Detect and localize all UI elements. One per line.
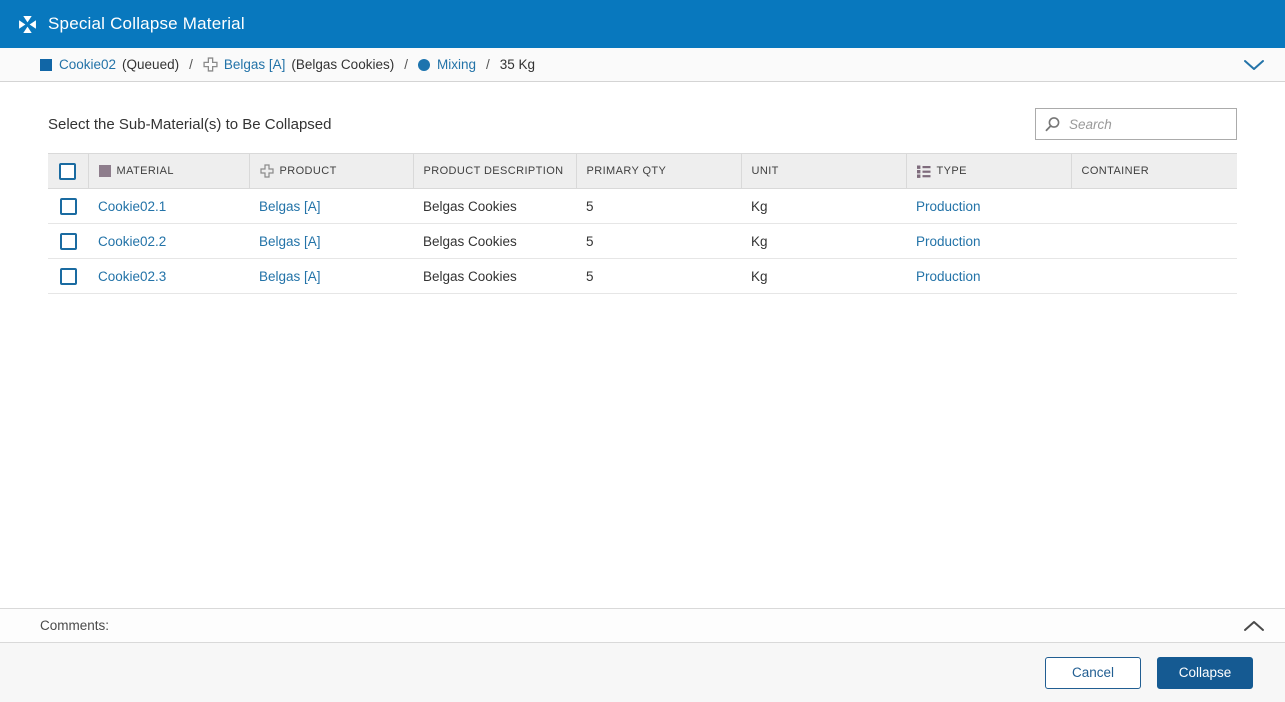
step-circle-icon bbox=[417, 58, 430, 71]
breadcrumb-material-link[interactable]: Cookie02 bbox=[59, 57, 116, 72]
breadcrumb-item-step: Mixing bbox=[417, 57, 476, 72]
breadcrumb-separator: / bbox=[485, 57, 490, 72]
search-icon bbox=[1044, 116, 1061, 133]
primary-qty-cell: 5 bbox=[576, 258, 741, 294]
cancel-button[interactable]: Cancel bbox=[1045, 656, 1141, 689]
comments-label: Comments: bbox=[40, 618, 110, 633]
breadcrumb-separator: / bbox=[189, 57, 193, 72]
product-description-cell: Belgas Cookies bbox=[413, 188, 576, 224]
unit-cell: Kg bbox=[741, 258, 906, 294]
primary-qty-cell: 5 bbox=[576, 223, 741, 259]
search-box bbox=[1035, 108, 1237, 140]
product-icon bbox=[259, 164, 274, 178]
collapse-button[interactable]: Collapse bbox=[1157, 656, 1253, 689]
product-description-cell: Belgas Cookies bbox=[413, 223, 576, 259]
type-link[interactable]: Production bbox=[916, 234, 981, 249]
primary-qty-cell: 5 bbox=[576, 188, 741, 224]
column-header-unit: UNIT bbox=[741, 153, 907, 189]
section-heading: Select the Sub-Material(s) to Be Collaps… bbox=[48, 115, 332, 133]
column-header-container: CONTAINER bbox=[1071, 153, 1237, 189]
material-link[interactable]: Cookie02.2 bbox=[98, 234, 166, 249]
breadcrumb-item-product: Belgas [A] (Belgas Cookies) bbox=[203, 57, 394, 72]
table-row: Cookie02.2 Belgas [A] Belgas Cookies 5 K… bbox=[48, 223, 1237, 259]
breadcrumb-material-status: (Queued) bbox=[122, 57, 180, 72]
material-square-icon bbox=[98, 165, 111, 177]
material-link[interactable]: Cookie02.3 bbox=[98, 269, 166, 284]
unit-cell: Kg bbox=[741, 188, 906, 224]
container-cell bbox=[1071, 223, 1237, 259]
container-cell bbox=[1071, 258, 1237, 294]
main-content: Select the Sub-Material(s) to Be Collaps… bbox=[0, 82, 1285, 608]
list-icon bbox=[916, 165, 931, 178]
row-checkbox[interactable] bbox=[59, 232, 77, 250]
search-input[interactable] bbox=[1069, 116, 1228, 132]
title-bar: Special Collapse Material bbox=[0, 0, 1285, 48]
collapse-material-icon bbox=[18, 15, 37, 34]
select-all-checkbox[interactable] bbox=[59, 162, 77, 180]
column-header-product-description: PRODUCT DESCRIPTION bbox=[413, 153, 577, 189]
breadcrumb: Cookie02 (Queued) / Belgas [A] (Belgas C… bbox=[0, 48, 1285, 82]
product-icon bbox=[203, 57, 218, 72]
breadcrumb-separator: / bbox=[404, 57, 408, 72]
column-header-material: MATERIAL bbox=[88, 153, 250, 189]
type-link[interactable]: Production bbox=[916, 269, 981, 284]
column-header-primary-qty: PRIMARY QTY bbox=[576, 153, 742, 189]
material-square-icon bbox=[40, 58, 52, 71]
breadcrumb-product-link[interactable]: Belgas [A] bbox=[224, 57, 286, 72]
breadcrumb-step-link[interactable]: Mixing bbox=[437, 57, 476, 72]
table-row: Cookie02.1 Belgas [A] Belgas Cookies 5 K… bbox=[48, 188, 1237, 224]
table-row: Cookie02.3 Belgas [A] Belgas Cookies 5 K… bbox=[48, 258, 1237, 294]
sub-materials-table: MATERIAL PRODUCT PRODUCT DESCRIPTION PRI… bbox=[48, 153, 1237, 294]
row-checkbox[interactable] bbox=[59, 267, 77, 285]
product-link[interactable]: Belgas [A] bbox=[259, 234, 321, 249]
chevron-down-icon[interactable] bbox=[1239, 55, 1269, 75]
column-header-product: PRODUCT bbox=[249, 153, 414, 189]
product-link[interactable]: Belgas [A] bbox=[259, 269, 321, 284]
container-cell bbox=[1071, 188, 1237, 224]
footer-action-bar: Cancel Collapse bbox=[0, 643, 1285, 702]
type-link[interactable]: Production bbox=[916, 199, 981, 214]
page-title: Special Collapse Material bbox=[48, 14, 245, 33]
unit-cell: Kg bbox=[741, 223, 906, 259]
breadcrumb-item-material: Cookie02 (Queued) bbox=[40, 57, 179, 72]
table-header-row: MATERIAL PRODUCT PRODUCT DESCRIPTION PRI… bbox=[48, 153, 1237, 189]
product-description-cell: Belgas Cookies bbox=[413, 258, 576, 294]
column-header-type: TYPE bbox=[906, 153, 1072, 189]
comments-bar: Comments: bbox=[0, 608, 1285, 643]
breadcrumb-product-description: (Belgas Cookies) bbox=[291, 57, 395, 72]
breadcrumb-quantity: 35 Kg bbox=[499, 57, 536, 72]
row-checkbox[interactable] bbox=[59, 197, 77, 215]
product-link[interactable]: Belgas [A] bbox=[259, 199, 321, 214]
chevron-up-icon[interactable] bbox=[1239, 616, 1269, 636]
material-link[interactable]: Cookie02.1 bbox=[98, 199, 166, 214]
